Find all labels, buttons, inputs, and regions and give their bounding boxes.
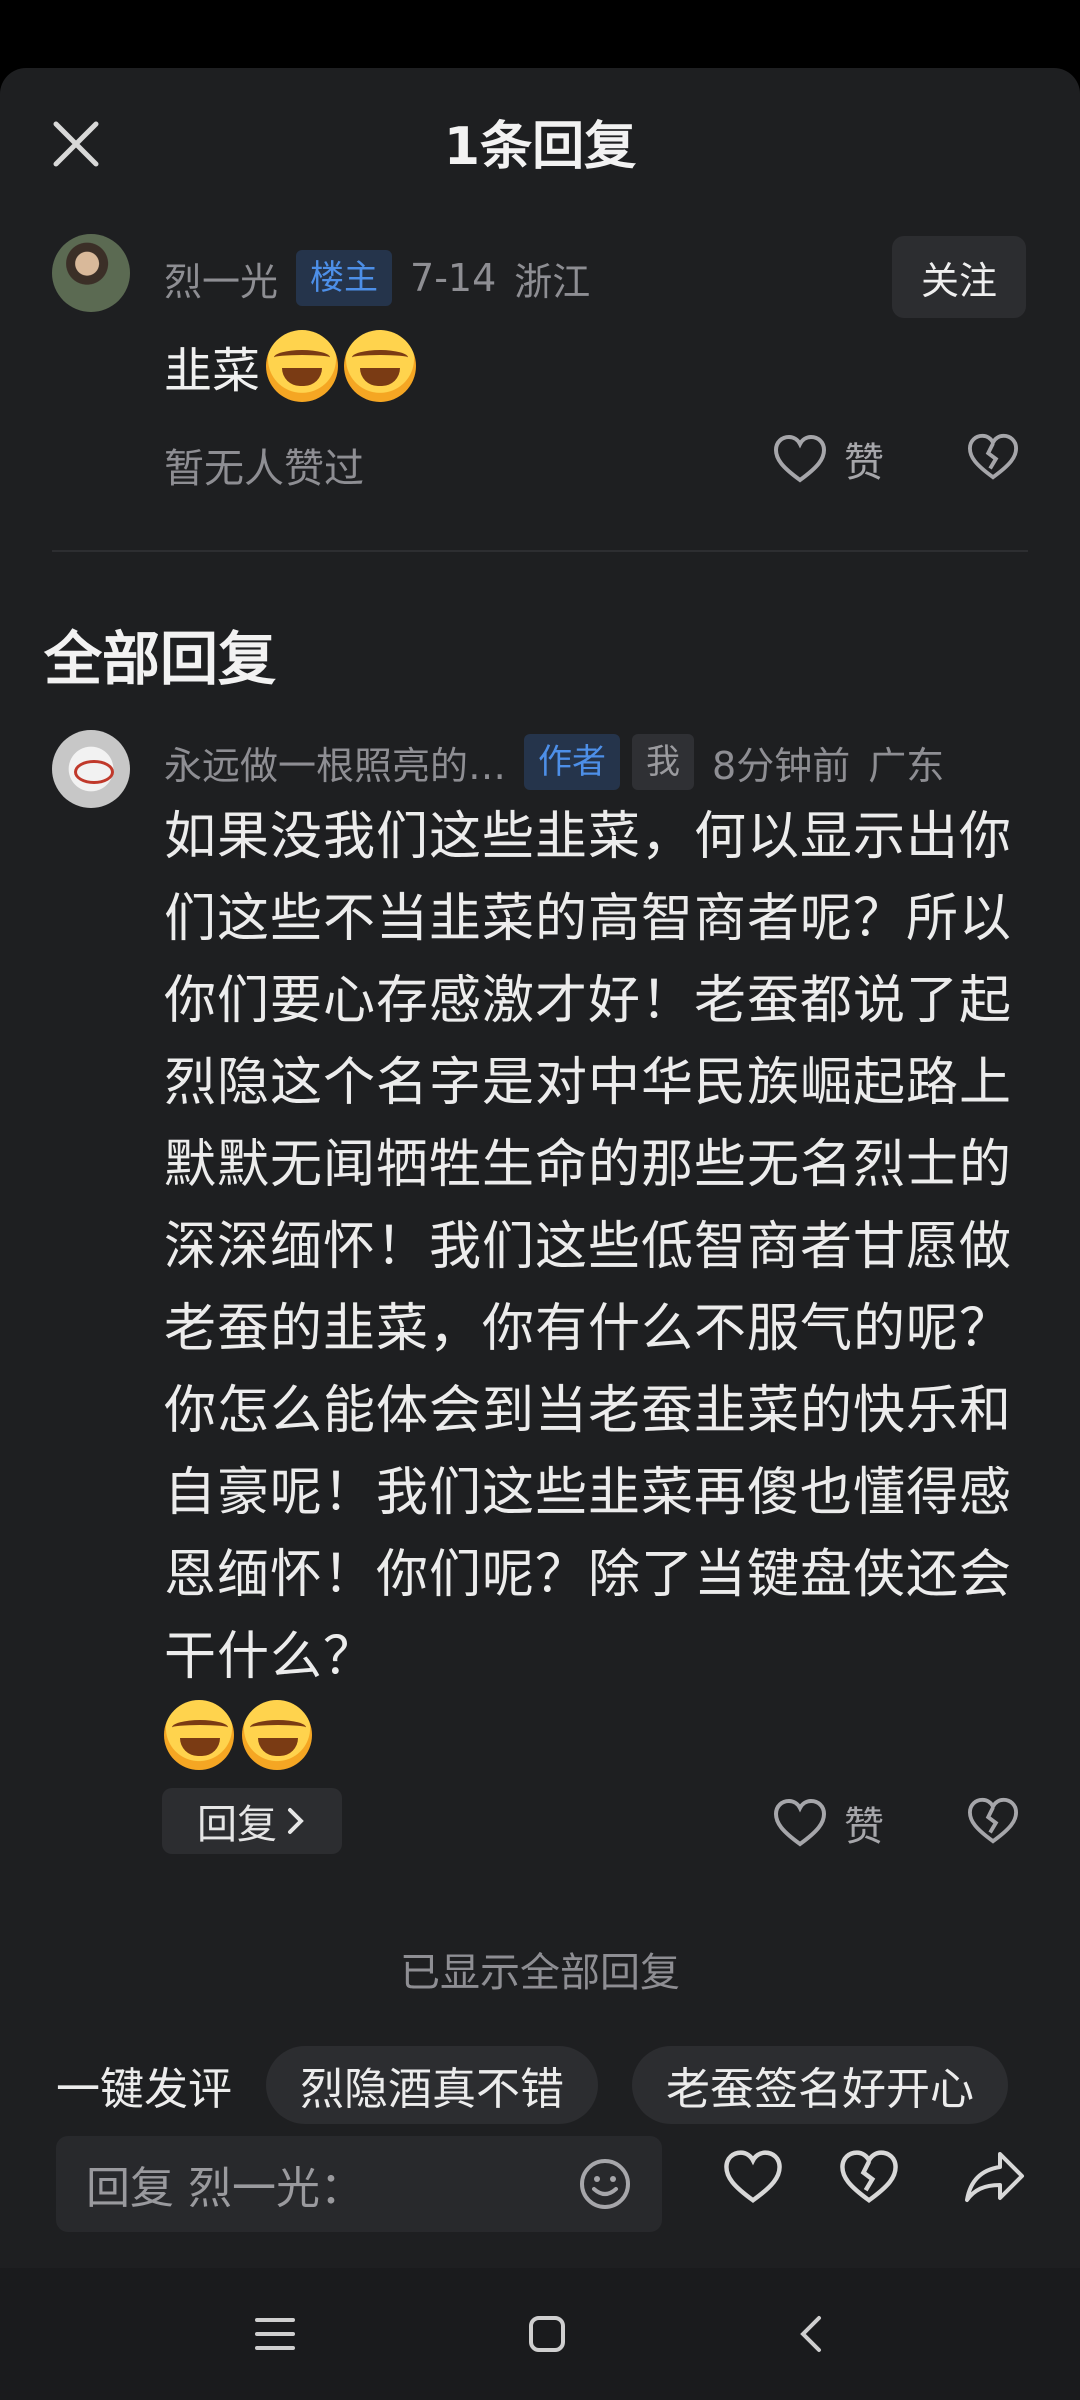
like-button[interactable]: 赞 bbox=[772, 430, 884, 488]
like-post-button[interactable] bbox=[722, 2148, 784, 2206]
broken-heart-icon bbox=[966, 432, 1020, 482]
quick-comment-bar: 一键发评 烈隐酒真不错 老蚕签名好开心 bbox=[56, 2046, 1008, 2124]
username[interactable]: 烈一光 bbox=[164, 251, 278, 306]
reply-input-placeholder: 回复 烈一光： bbox=[86, 2163, 364, 2214]
laugh-cry-emoji bbox=[266, 330, 339, 402]
dislike-post-button[interactable] bbox=[838, 2148, 900, 2206]
reply-time: 8分钟前 bbox=[712, 743, 851, 788]
system-nav-bar bbox=[0, 2268, 1080, 2400]
author-badge: 作者 bbox=[524, 734, 621, 790]
avatar[interactable] bbox=[52, 234, 130, 312]
op-badge: 楼主 bbox=[296, 250, 393, 306]
me-badge: 我 bbox=[632, 734, 695, 790]
reply-button-label: 回复 bbox=[197, 1802, 277, 1848]
laugh-cry-emoji bbox=[344, 330, 417, 402]
comment-text: 韭菜 bbox=[164, 330, 417, 402]
reply-text: 如果没我们这些韭菜，何以显示出你们这些不当韭菜的高智商者呢？所以你们要心存感激才… bbox=[164, 807, 1013, 1687]
avatar[interactable] bbox=[52, 730, 130, 808]
heart-icon bbox=[772, 433, 828, 485]
heart-icon bbox=[722, 2148, 784, 2206]
page-title: 1条回复 bbox=[443, 117, 637, 177]
divider bbox=[52, 550, 1028, 552]
share-icon bbox=[962, 2148, 1028, 2206]
reply-input[interactable]: 回复 烈一光： bbox=[56, 2136, 662, 2232]
section-title: 全部回复 bbox=[44, 625, 277, 693]
likes-status: 暂无人赞过 bbox=[164, 446, 364, 492]
smirk-emoji bbox=[164, 1700, 234, 1770]
reply-button[interactable]: 回复 bbox=[162, 1788, 342, 1854]
comment-date: 7-14 bbox=[410, 256, 497, 300]
quick-comment-chip[interactable]: 老蚕签名好开心 bbox=[632, 2046, 1008, 2124]
like-label: 赞 bbox=[844, 1804, 884, 1850]
chevron-right-icon bbox=[285, 1806, 307, 1836]
reply-emojis bbox=[164, 1700, 312, 1770]
broken-heart-icon bbox=[838, 2148, 900, 2206]
username[interactable]: 永远做一根照亮的… bbox=[164, 735, 506, 790]
dislike-button[interactable] bbox=[966, 432, 1020, 482]
smirk-emoji bbox=[242, 1700, 312, 1770]
menu-icon[interactable] bbox=[253, 2314, 297, 2354]
heart-icon bbox=[772, 1797, 828, 1849]
all-replies-shown-note: 已显示全部回复 bbox=[400, 1950, 680, 1996]
follow-button[interactable]: 关注 bbox=[892, 236, 1026, 318]
quick-comment-chip[interactable]: 烈隐酒真不错 bbox=[266, 2046, 598, 2124]
back-chevron-icon[interactable] bbox=[797, 2314, 827, 2354]
smiley-icon[interactable] bbox=[578, 2157, 632, 2211]
comment-location: 浙江 bbox=[514, 259, 591, 304]
share-button[interactable] bbox=[962, 2148, 1028, 2206]
like-button[interactable]: 赞 bbox=[772, 1794, 884, 1852]
dislike-button[interactable] bbox=[966, 1796, 1020, 1846]
quick-comment-label: 一键发评 bbox=[56, 2064, 232, 2115]
comment-text-content: 韭菜 bbox=[164, 343, 261, 399]
home-square-icon[interactable] bbox=[527, 2314, 567, 2354]
broken-heart-icon bbox=[966, 1796, 1020, 1846]
reply-meta: 永远做一根照亮的… 作者 我 8分钟前 广东 bbox=[164, 734, 944, 790]
comment-meta: 烈一光 楼主 7-14 浙江 bbox=[164, 250, 590, 306]
like-label: 赞 bbox=[844, 440, 884, 486]
reply-location: 广东 bbox=[868, 743, 945, 788]
